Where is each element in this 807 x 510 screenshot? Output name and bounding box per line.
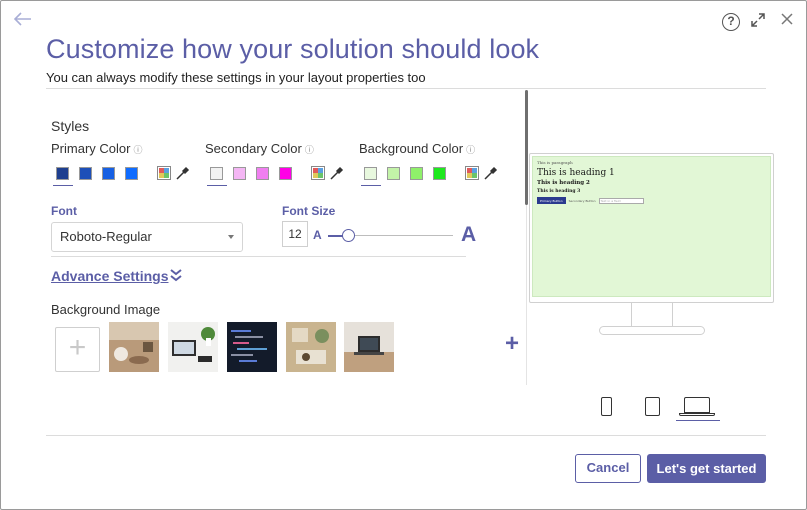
font-label: Font	[51, 204, 77, 218]
close-icon[interactable]	[779, 11, 795, 29]
advance-settings-link[interactable]: Advance Settings	[51, 268, 168, 284]
background-color-label: Background Color ⓘ	[359, 141, 476, 156]
preview-monitor: This is paragraph This is heading 1 This…	[529, 153, 774, 303]
eyedropper-icon[interactable]	[483, 165, 499, 181]
large-font-icon: A	[461, 223, 477, 246]
cancel-button[interactable]: Cancel	[575, 454, 641, 483]
back-arrow-icon[interactable]	[13, 11, 32, 29]
font-size-slider-track[interactable]	[355, 235, 453, 236]
preview-heading-1: This is heading 1	[537, 168, 615, 178]
preview-primary-button: Primary Button	[537, 197, 566, 204]
thumbnail-workspace-topdown[interactable]	[286, 322, 336, 372]
help-icon[interactable]: ?	[722, 13, 740, 31]
thumbnail-laptop-table[interactable]	[344, 322, 394, 372]
background-selected-indicator	[361, 185, 381, 186]
preview-paragraph: This is paragraph	[537, 160, 573, 165]
font-select[interactable]: Roboto-Regular	[51, 222, 243, 252]
selected-device-indicator	[676, 420, 720, 421]
secondary-color-label: Secondary Color ⓘ	[205, 141, 314, 156]
secondary-color-swatch[interactable]	[233, 167, 246, 180]
laptop-icon[interactable]	[684, 397, 710, 413]
primary-color-label: Primary Color ⓘ	[51, 141, 143, 156]
preview-heading-2: This is heading 2	[537, 180, 590, 186]
primary-color-swatch[interactable]	[125, 167, 138, 180]
background-color-swatch[interactable]	[410, 167, 423, 180]
secondary-color-swatch[interactable]	[256, 167, 269, 180]
thumbnail-coffee-desk[interactable]	[109, 322, 159, 372]
page-title: Customize how your solution should look	[46, 34, 540, 64]
thumbnail-laptop-plant[interactable]	[168, 322, 218, 372]
primary-selected-indicator	[53, 185, 73, 186]
expand-icon[interactable]	[750, 12, 766, 30]
footer-divider	[46, 435, 766, 436]
info-icon: ⓘ	[466, 145, 476, 155]
eyedropper-icon[interactable]	[175, 165, 191, 181]
font-select-value: Roboto-Regular	[60, 229, 152, 244]
font-size-label: Font Size	[282, 204, 336, 218]
monitor-base	[599, 326, 705, 335]
scrollbar-thumb[interactable]	[525, 90, 528, 205]
background-color-swatch[interactable]	[387, 167, 400, 180]
get-started-button[interactable]: Let's get started	[647, 454, 766, 483]
color-palette-icon[interactable]	[465, 166, 481, 182]
preview-heading-3: This is heading 3	[537, 189, 581, 194]
monitor-stand	[631, 303, 673, 327]
styles-heading: Styles	[51, 118, 90, 134]
secondary-color-swatch[interactable]	[210, 167, 223, 180]
primary-color-swatch[interactable]	[79, 167, 92, 180]
primary-color-swatch[interactable]	[56, 167, 69, 180]
add-icon[interactable]: +	[505, 330, 519, 358]
preview-input: Text in a field	[598, 197, 644, 204]
thumbnail-code-screen[interactable]	[227, 322, 277, 372]
color-palette-icon[interactable]	[157, 166, 173, 182]
header-divider	[46, 88, 766, 89]
secondary-selected-indicator	[207, 185, 227, 186]
add-image-button[interactable]: +	[55, 327, 100, 372]
font-size-slider-handle[interactable]	[342, 229, 355, 242]
background-color-swatch[interactable]	[433, 167, 446, 180]
small-font-icon: A	[313, 228, 322, 242]
preview-controls: Primary Button Secondary Button Text in …	[537, 197, 766, 204]
primary-color-swatch[interactable]	[102, 167, 115, 180]
tablet-icon[interactable]	[645, 397, 660, 416]
secondary-color-swatch[interactable]	[279, 167, 292, 180]
preview-screen: This is paragraph This is heading 1 This…	[532, 156, 771, 297]
background-color-swatch[interactable]	[364, 167, 377, 180]
font-size-input[interactable]: 12	[282, 221, 308, 247]
chevron-down-icon	[228, 235, 234, 239]
double-chevron-down-icon[interactable]	[170, 268, 182, 282]
section-divider	[51, 256, 466, 257]
preview-secondary-button: Secondary Button	[568, 198, 596, 203]
laptop-base-icon[interactable]	[679, 413, 715, 416]
color-palette-icon[interactable]	[311, 166, 327, 182]
eyedropper-icon[interactable]	[329, 165, 345, 181]
info-icon: ⓘ	[133, 145, 143, 155]
page-subtitle: You can always modify these settings in …	[46, 70, 426, 85]
info-icon: ⓘ	[304, 145, 314, 155]
phone-icon[interactable]	[601, 397, 612, 416]
background-image-label: Background Image	[51, 302, 161, 317]
